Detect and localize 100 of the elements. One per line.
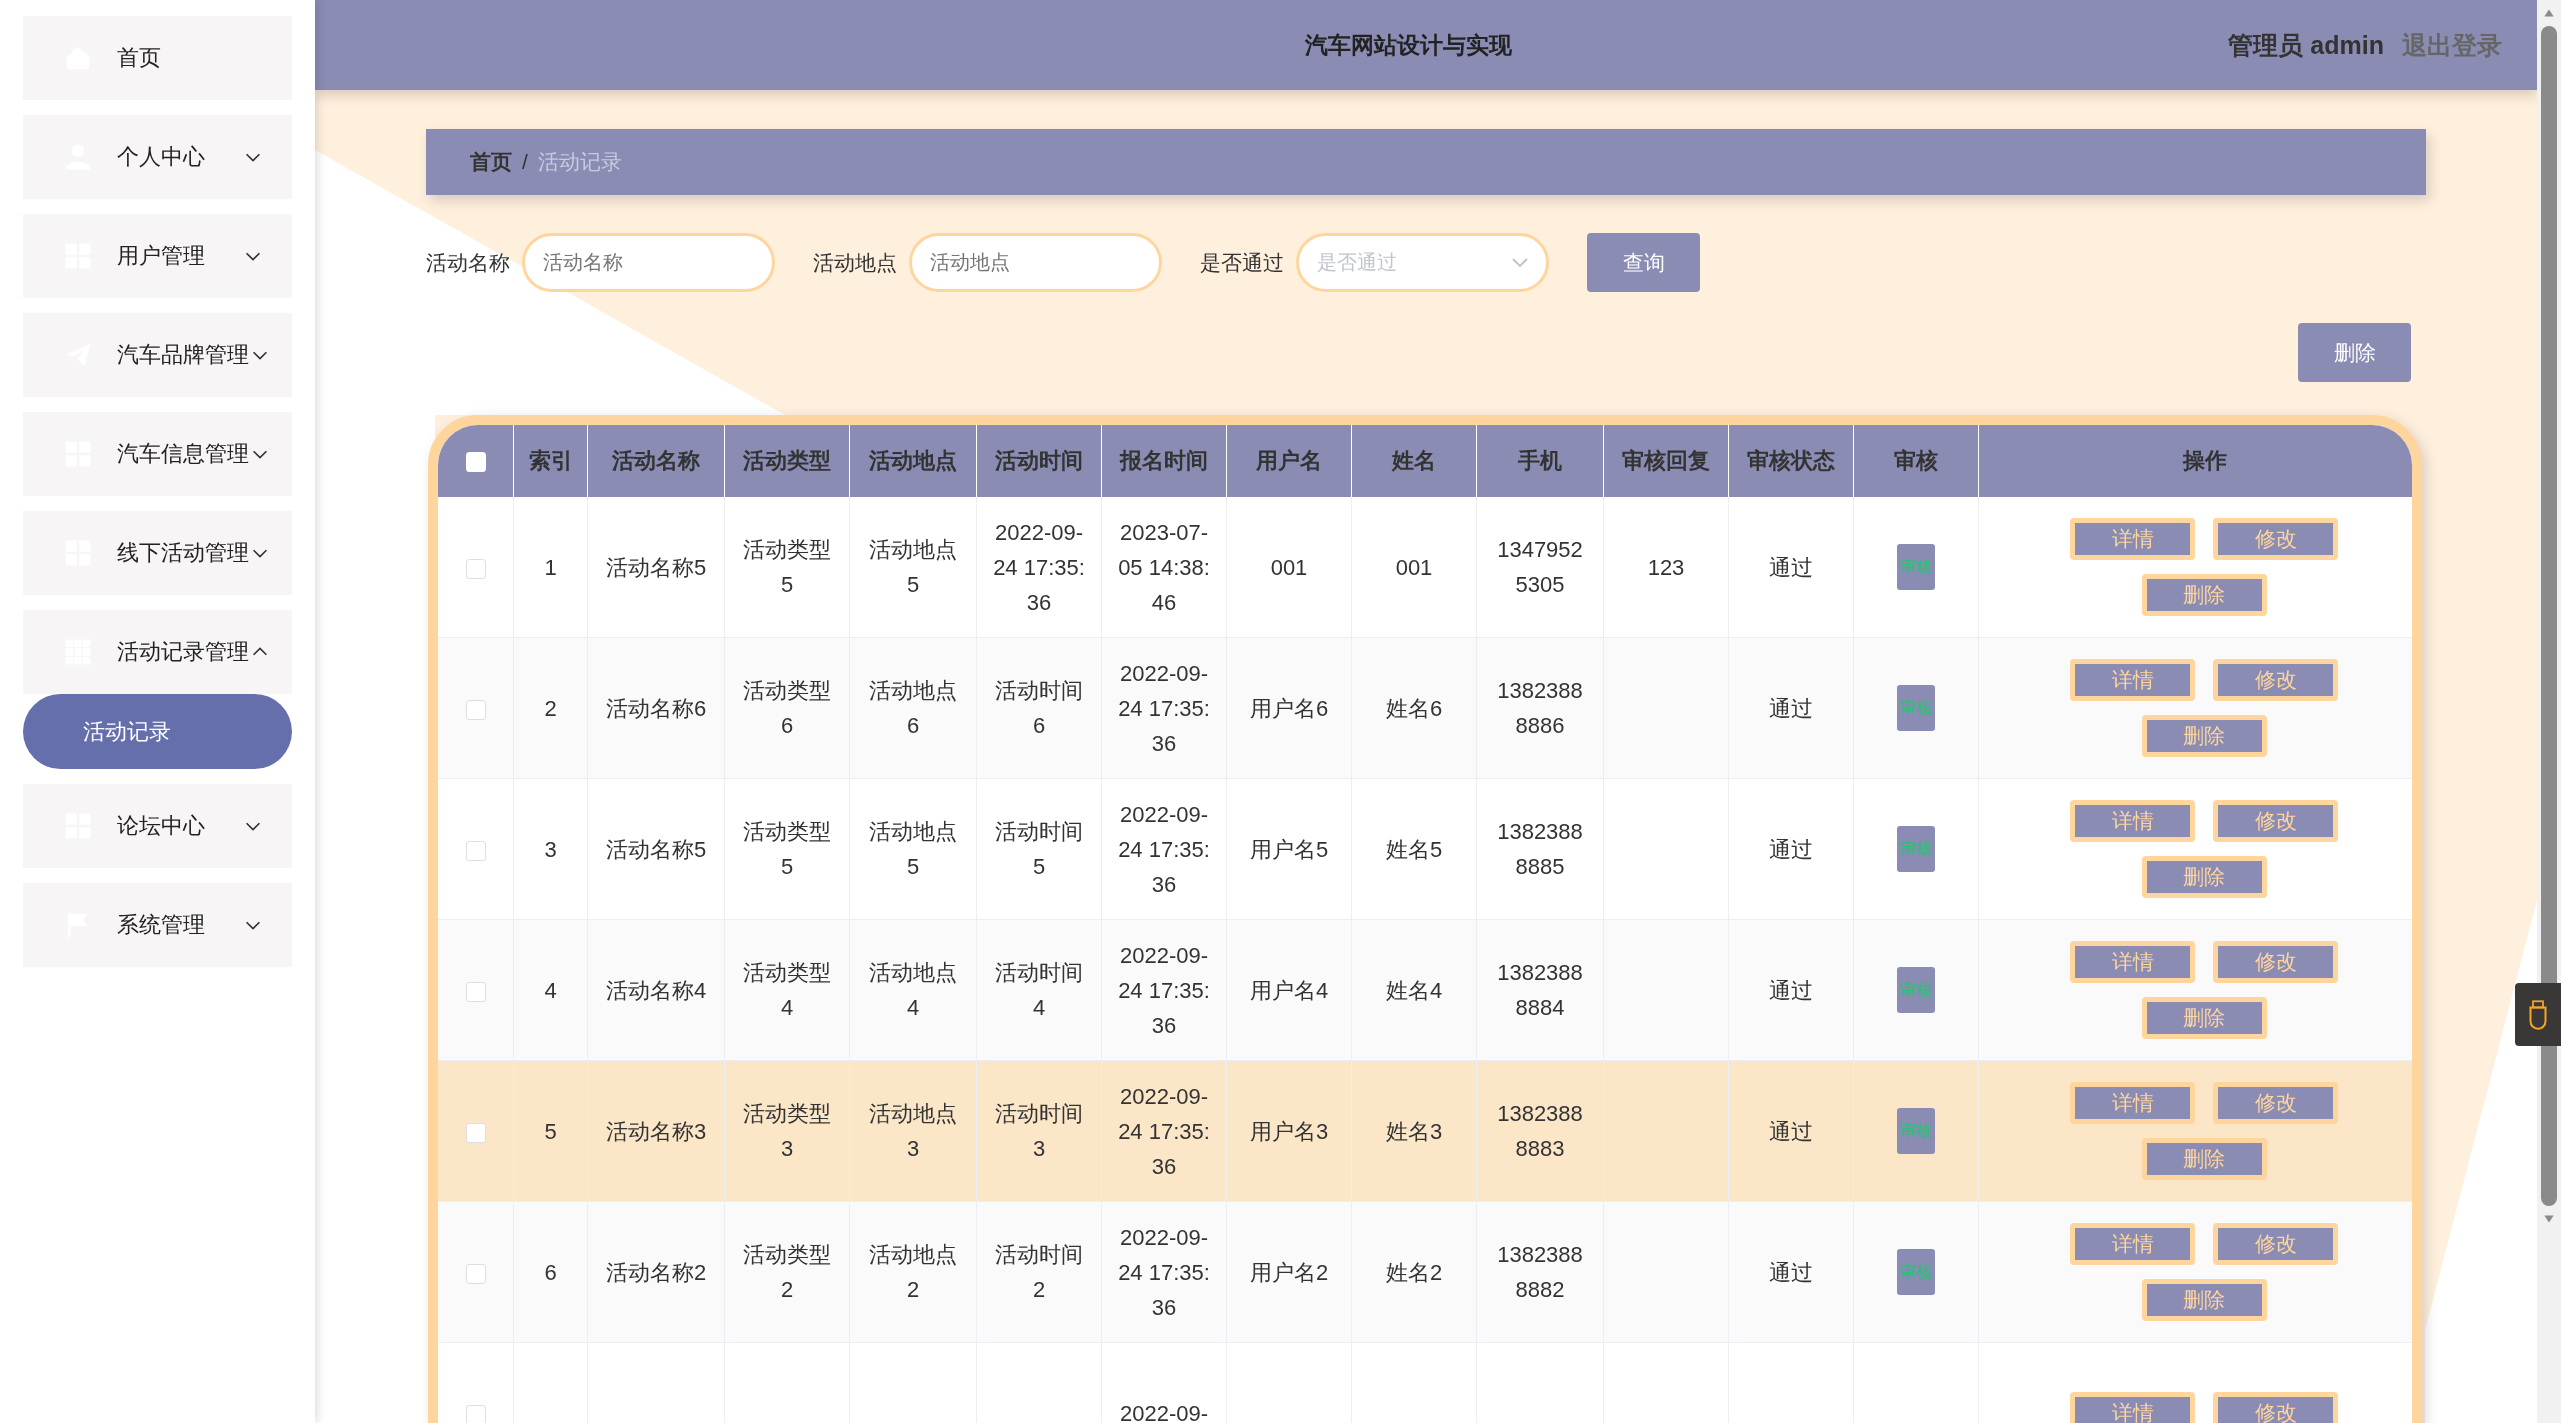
table-cell: 用户名4 [1249,977,1329,1003]
table-cell: 活动类型2 [743,1242,831,1302]
detail-button[interactable]: 详情 [2070,659,2196,701]
column-header: 操作 [2182,448,2227,473]
delete-button[interactable]: 删除 [2141,997,2267,1039]
table-cell: 通过 [1769,977,1813,1003]
delete-button[interactable]: 删除 [2141,1279,2267,1321]
query-button[interactable]: 查询 [1587,233,1700,292]
table-cell: 活动名称5 [605,836,707,862]
logout-link[interactable]: 退出登录 [2402,28,2502,62]
column-header: 审核状态 [1747,448,1835,473]
review-button[interactable]: 审核 [1897,685,1935,731]
table-cell: 姓名6 [1385,695,1443,721]
submenu-item[interactable]: 活动记录 [23,694,292,769]
table-cell: 活动地点6 [869,678,957,738]
chevron-down-icon [1512,258,1528,267]
row-checkbox[interactable] [465,840,486,861]
edit-button[interactable]: 修改 [2213,941,2339,983]
table-row[interactable]: 1 活动名称5 活动类型5 活动地点5 2022-09-24 17:35:36 2023-07-05 14:38:46 001 001 13479525305 123 通过 审核 详情 修改 删除 [438,497,2412,638]
column-header: 索引 [528,448,573,473]
usb-widget[interactable] [2515,983,2561,1046]
sidebar-item[interactable]: 个人中心 [23,115,292,199]
detail-button[interactable]: 详情 [2070,800,2196,842]
table-row[interactable]: 4 活动名称4 活动类型4 活动地点4 活动时间4 2022-09-24 17:35:36 用户名4 姓名4 13823888884 通过 审核 详情 修改 删除 [438,919,2412,1061]
search-field[interactable]: 活动地点 [909,233,1162,292]
column-header: 活动地点 [869,448,957,473]
table-row[interactable]: 3 活动名称5 活动类型5 活动地点5 活动时间5 2022-09-24 17:35:36 用户名5 姓名5 13823888885 通过 审核 详情 修改 删除 [438,778,2412,920]
table-cell: 活动类型3 [743,1101,831,1161]
review-button[interactable]: 审核 [1897,1249,1935,1295]
delete-button[interactable]: 删除 [2298,323,2411,382]
edit-button[interactable]: 修改 [2213,659,2339,701]
edit-button[interactable]: 修改 [2213,800,2339,842]
table-cell: 活动时间3 [995,1101,1083,1161]
sidebar-item[interactable]: 论坛中心 [23,784,292,868]
table-cell: 123 [1647,554,1685,580]
table-cell: 通过 [1769,554,1813,580]
delete-button[interactable]: 删除 [2141,856,2267,898]
table-cell: 姓名2 [1385,1259,1443,1285]
table-cell: 活动类型6 [743,678,831,738]
detail-button[interactable]: 详情 [2070,1082,2196,1124]
table-cell: 2022-09- [1119,1400,1209,1423]
scrollbar[interactable] [2537,0,2561,1423]
field-label: 活动地点 [813,249,897,276]
sidebar-item[interactable]: 活动记录管理 [23,610,292,694]
sidebar-item[interactable]: 汽车品牌管理 [23,313,292,397]
select-field[interactable]: 是否通过 [1296,233,1549,292]
table-cell: 姓名3 [1385,1118,1443,1144]
edit-button[interactable]: 修改 [2213,1223,2339,1265]
delete-button[interactable]: 删除 [2141,715,2267,757]
table-cell: 姓名5 [1385,836,1443,862]
column-header: 姓名 [1392,448,1436,473]
breadcrumb-link[interactable]: 首页 [470,148,512,176]
review-button[interactable]: 审核 [1897,1108,1935,1154]
table-cell: 通过 [1769,836,1813,862]
row-checkbox[interactable] [465,558,486,579]
sidebar-item[interactable]: 汽车信息管理 [23,412,292,496]
table-cell: 用户名2 [1249,1259,1329,1285]
table-cell: 13479525305 [1497,537,1583,597]
detail-button[interactable]: 详情 [2070,1223,2196,1265]
table-cell: 活动类型5 [743,537,831,597]
table-row[interactable]: 2 活动名称6 活动类型6 活动地点6 活动时间6 2022-09-24 17:35:36 用户名6 姓名6 13823888886 通过 审核 详情 修改 删除 [438,637,2412,779]
table-cell: 13823888883 [1497,1101,1583,1161]
row-checkbox[interactable] [465,699,486,720]
breadcrumb-current: 活动记录 [537,149,622,175]
review-button[interactable]: 审核 [1897,967,1935,1013]
detail-button[interactable]: 详情 [2070,941,2196,983]
review-button[interactable]: 审核 [1897,826,1935,872]
field-label: 是否通过 [1200,249,1284,276]
table-cell: 13823888884 [1497,960,1583,1020]
delete-button[interactable]: 删除 [2141,574,2267,616]
table-cell: 通过 [1769,1118,1813,1144]
table-cell: 通过 [1769,695,1813,721]
row-checkbox[interactable] [465,1263,486,1284]
column-header: 审核回复 [1622,448,1710,473]
edit-button[interactable]: 修改 [2213,518,2339,560]
table-cell: 活动名称6 [605,695,707,721]
detail-button[interactable]: 详情 [2070,518,2196,560]
delete-button[interactable]: 删除 [2141,1138,2267,1180]
sidebar-item[interactable]: 用户管理 [23,214,292,298]
table-row[interactable]: 5 活动名称3 活动类型3 活动地点3 活动时间3 2022-09-24 17:35:36 用户名3 姓名3 13823888883 通过 审核 详情 修改 删除 [438,1060,2412,1202]
table-cell: 001 [1395,554,1433,580]
row-checkbox[interactable] [465,1404,486,1423]
table-row[interactable]: 6 活动名称2 活动类型2 活动地点2 活动时间2 2022-09-24 17:35:36 用户名2 姓名2 13823888882 通过 审核 详情 修改 删除 [438,1201,2412,1343]
sidebar-item[interactable]: 首页 [23,16,292,100]
scrollbar-thumb[interactable] [2541,26,2557,1206]
review-button[interactable]: 审核 [1897,544,1935,590]
table-cell: 活动名称3 [605,1118,707,1144]
search-field[interactable]: 活动名称 [522,233,775,292]
edit-button[interactable]: 修改 [2213,1082,2339,1124]
table-cell: 4 [544,977,557,1003]
row-checkbox[interactable] [465,981,486,1002]
sidebar-item[interactable]: 线下活动管理 [23,511,292,595]
edit-button[interactable]: 修改 [2213,1392,2339,1423]
select-all-checkbox[interactable] [465,452,486,473]
row-checkbox[interactable] [465,1122,486,1143]
table-row[interactable]: 2022-09- 详情 修改 [438,1342,2412,1423]
breadcrumb-separator: / [522,150,528,174]
sidebar-item[interactable]: 系统管理 [23,883,292,967]
table-cell: 通过 [1769,1259,1813,1285]
detail-button[interactable]: 详情 [2070,1392,2196,1423]
